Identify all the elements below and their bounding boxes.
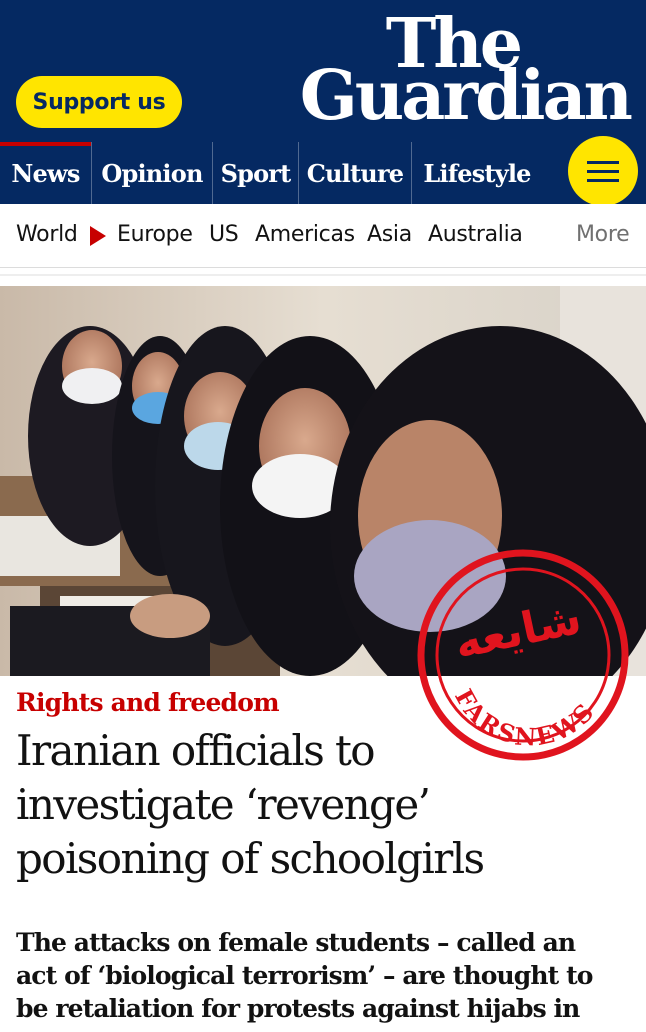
hamburger-menu-icon [587,160,619,164]
masthead: Support us The Guardian [0,0,646,142]
standfirst-line: act of ‘biological terrorism’ – are thou… [16,961,593,990]
subnav-world[interactable]: World [16,222,78,247]
headline-line: investigate ‘revenge’ [16,780,431,829]
article-kicker[interactable]: Rights and freedom [16,688,280,717]
tab-lifestyle[interactable]: Lifestyle [412,142,542,204]
support-us-button[interactable]: Support us [16,76,182,128]
subnav-more[interactable]: More [576,222,630,247]
subnav-us[interactable]: US [209,222,239,247]
hamburger-line [587,169,619,173]
subnav-europe[interactable]: Europe [117,222,193,247]
subnav-americas[interactable]: Americas [255,222,355,247]
standfirst-line: The attacks on female students – called … [16,928,576,957]
subnav-australia[interactable]: Australia [428,222,523,247]
sub-nav: World Europe US Americas Asia Australia … [0,204,646,268]
headline-line: poisoning of schoolgirls [16,834,485,883]
headline-line: Iranian officials to [16,726,376,775]
tab-news[interactable]: News [0,142,92,204]
guardian-logo[interactable]: The Guardian [290,10,633,136]
article-headline: Iranian officials to investigate ‘reveng… [16,724,616,886]
tab-sport[interactable]: Sport [213,142,299,204]
tab-opinion[interactable]: Opinion [92,142,213,204]
standfirst-line: be retaliation for protests against hija… [16,994,580,1023]
hamburger-line [587,178,619,182]
red-triangle-arrow-icon [90,226,106,246]
stamp-main-text: شایعه [450,593,586,669]
pillar-nav: News Opinion Sport Culture Lifestyle [0,142,646,204]
subnav-asia[interactable]: Asia [367,222,412,247]
tab-culture[interactable]: Culture [299,142,412,204]
divider [0,274,646,276]
article-standfirst: The attacks on female students – called … [16,926,636,1025]
logo-line-guardian: Guardian [299,56,633,136]
menu-button[interactable] [568,136,638,206]
